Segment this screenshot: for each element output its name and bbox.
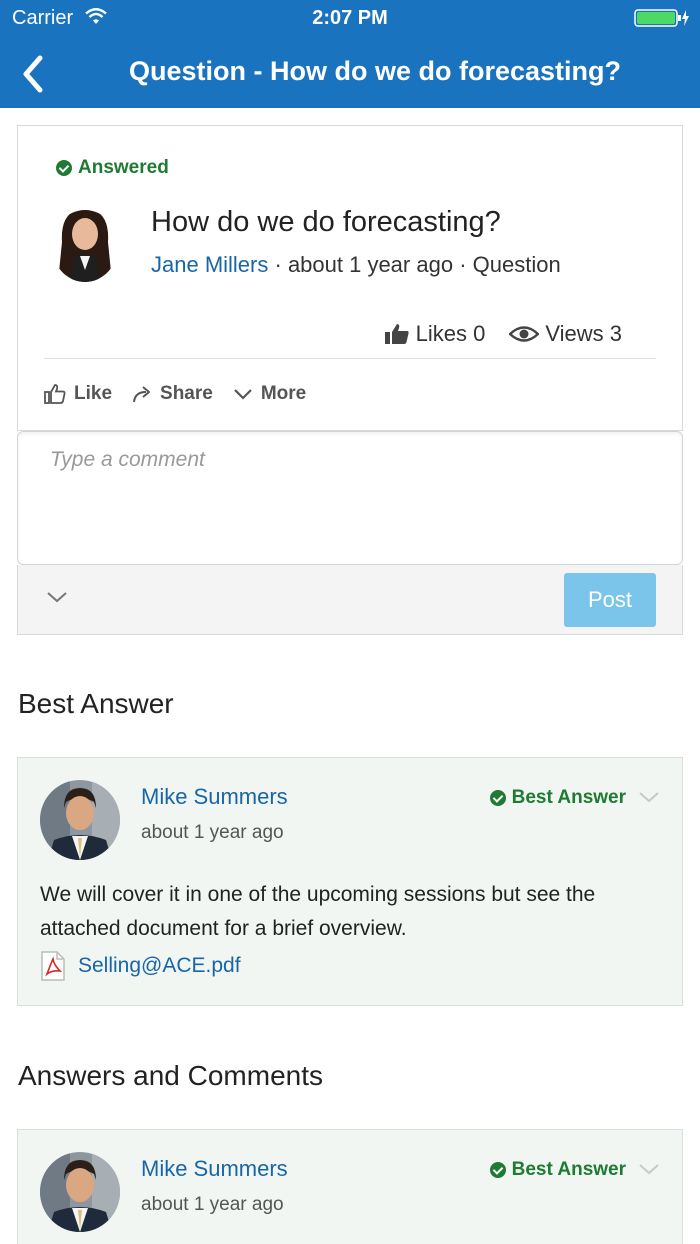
- back-icon[interactable]: [18, 54, 48, 94]
- thumbs-up-icon: [384, 324, 409, 344]
- question-title: How do we do forecasting?: [151, 206, 501, 238]
- answered-badge: Answered: [56, 157, 169, 179]
- like-button[interactable]: Like: [44, 383, 112, 405]
- post-button[interactable]: Post: [564, 573, 656, 627]
- share-button[interactable]: Share: [132, 383, 213, 405]
- best-answer-label: Best Answer: [511, 787, 626, 808]
- likes-count: Likes 0: [415, 321, 486, 346]
- question-time: about 1 year ago: [287, 252, 454, 277]
- chevron-down-icon[interactable]: [46, 590, 68, 604]
- section-title: Best Answer: [18, 688, 174, 719]
- section-title: Answers and Comments: [18, 1060, 324, 1091]
- share-label: Share: [160, 383, 213, 404]
- views-stat: Views 3: [509, 321, 622, 347]
- best-answer-card: Mike Summers about 1 year ago Best Answe…: [17, 757, 683, 1006]
- author-link[interactable]: Jane Millers: [151, 252, 268, 277]
- clock: 2:07 PM: [312, 7, 388, 29]
- comment-input[interactable]: Type a comment: [17, 431, 683, 565]
- comment-toolbar: Post: [17, 565, 683, 635]
- chevron-down-icon: [234, 389, 252, 400]
- attachment-name: Selling@ACE.pdf: [78, 954, 241, 977]
- avatar[interactable]: [40, 780, 120, 860]
- comment-placeholder: Type a comment: [50, 448, 205, 471]
- more-button[interactable]: More: [233, 383, 306, 405]
- thumbs-up-outline-icon: [44, 384, 66, 404]
- answered-label: Answered: [78, 157, 169, 178]
- pdf-file-icon: [41, 951, 65, 981]
- question-type: Question: [472, 252, 561, 277]
- question-stats: Likes 0 Views 3: [360, 321, 622, 347]
- question-card: Answered How do we do forecasting? Jane …: [17, 125, 683, 431]
- answer-author[interactable]: Mike Summers: [141, 784, 288, 810]
- meta-separator: ·: [453, 252, 473, 277]
- avatar[interactable]: [52, 202, 118, 282]
- answer-author[interactable]: Mike Summers: [141, 1156, 288, 1182]
- avatar[interactable]: [40, 1152, 120, 1232]
- check-circle-icon: [56, 160, 72, 176]
- answer-body: We will cover it in one of the upcoming …: [40, 883, 596, 940]
- check-circle-icon: [489, 790, 506, 806]
- more-label: More: [260, 383, 307, 404]
- likes-stat: Likes 0: [384, 321, 486, 347]
- answer-time: about 1 year ago: [141, 1194, 284, 1215]
- best-answer-badge: Best Answer: [489, 787, 626, 809]
- action-bar: Like Share More: [44, 383, 326, 405]
- meta-separator: ·: [268, 252, 288, 277]
- question-meta: Jane Millers · about 1 year ago · Questi…: [151, 252, 561, 278]
- chevron-down-icon[interactable]: [638, 790, 660, 804]
- check-circle-icon: [489, 1162, 506, 1178]
- attachment-link[interactable]: Selling@ACE.pdf: [40, 951, 241, 981]
- page-title: Question - How do we do forecasting?: [128, 56, 621, 86]
- battery-icon: [634, 9, 689, 27]
- like-label: Like: [74, 383, 113, 404]
- eye-icon: [509, 326, 540, 342]
- chevron-down-icon[interactable]: [638, 1162, 660, 1176]
- share-icon: [133, 386, 151, 403]
- answer-card: Mike Summers about 1 year ago Best Answe…: [17, 1129, 683, 1244]
- best-answer-badge: Best Answer: [489, 1159, 626, 1181]
- views-count: Views 3: [545, 321, 622, 346]
- answer-time: about 1 year ago: [141, 822, 284, 843]
- best-answer-label: Best Answer: [511, 1159, 626, 1180]
- divider: [44, 358, 656, 359]
- app-header: Carrier 2:07 PM Question - How do we do …: [0, 0, 700, 108]
